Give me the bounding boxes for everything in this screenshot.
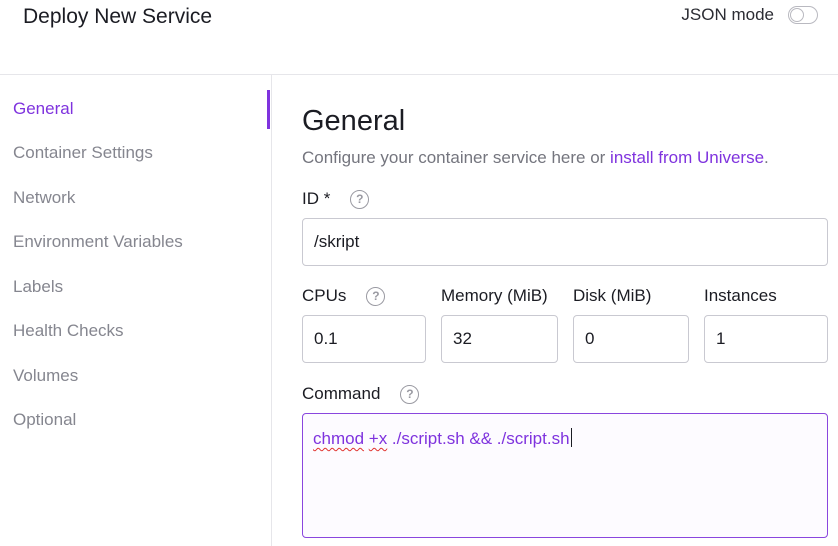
sidebar-item-environment-variables[interactable]: Environment Variables bbox=[13, 232, 183, 252]
active-indicator bbox=[267, 90, 270, 129]
section-title: General bbox=[302, 105, 406, 137]
command-textarea[interactable]: chmod +x ./script.sh && ./script.sh bbox=[302, 413, 828, 538]
id-label: ID * bbox=[302, 189, 331, 208]
cpus-input[interactable] bbox=[302, 315, 426, 363]
instances-input[interactable] bbox=[704, 315, 828, 363]
sidebar-item-optional[interactable]: Optional bbox=[13, 410, 76, 430]
sidebar-item-network[interactable]: Network bbox=[13, 188, 75, 208]
install-from-universe-link[interactable]: install from Universe bbox=[610, 148, 764, 167]
memory-label: Memory (MiB) bbox=[441, 286, 548, 305]
toggle-knob bbox=[790, 8, 804, 22]
sidebar-item-volumes[interactable]: Volumes bbox=[13, 366, 78, 386]
disk-label: Disk (MiB) bbox=[573, 286, 652, 305]
cpus-label-group: CPUs ? bbox=[302, 286, 386, 306]
help-circle-icon[interactable]: ? bbox=[366, 286, 386, 306]
json-mode-toggle[interactable] bbox=[788, 6, 818, 24]
description-text: Configure your container service here or bbox=[302, 148, 611, 167]
help-circle-icon[interactable]: ? bbox=[350, 189, 370, 209]
sidebar-item-labels[interactable]: Labels bbox=[13, 277, 63, 297]
command-label: Command bbox=[302, 384, 381, 403]
instances-label: Instances bbox=[704, 286, 777, 305]
text-caret bbox=[570, 428, 572, 447]
command-label-group: Command ? bbox=[302, 384, 420, 404]
id-label-group: ID * ? bbox=[302, 189, 370, 209]
description-end: . bbox=[764, 148, 769, 167]
header: Deploy New Service JSON mode bbox=[0, 0, 838, 75]
command-word-flag: +x bbox=[368, 429, 388, 448]
disk-input[interactable] bbox=[573, 315, 689, 363]
cpus-label: CPUs bbox=[302, 286, 347, 305]
command-rest: ./script.sh && ./script.sh bbox=[387, 429, 570, 448]
sidebar-item-general[interactable]: General bbox=[13, 99, 73, 119]
json-mode-label: JSON mode bbox=[681, 5, 774, 24]
page-title: Deploy New Service bbox=[23, 5, 213, 28]
section-description: Configure your container service here or… bbox=[302, 148, 769, 168]
json-mode-control: JSON mode bbox=[681, 5, 818, 25]
help-circle-icon[interactable]: ? bbox=[400, 384, 420, 404]
sidebar-item-container-settings[interactable]: Container Settings bbox=[13, 143, 153, 163]
sidebar-item-health-checks[interactable]: Health Checks bbox=[13, 321, 124, 341]
sidebar: General Container Settings Network Envir… bbox=[0, 75, 272, 546]
command-word-chmod: chmod bbox=[313, 429, 365, 448]
id-input[interactable] bbox=[302, 218, 828, 266]
main-form: General Configure your container service… bbox=[272, 75, 838, 546]
memory-input[interactable] bbox=[441, 315, 558, 363]
